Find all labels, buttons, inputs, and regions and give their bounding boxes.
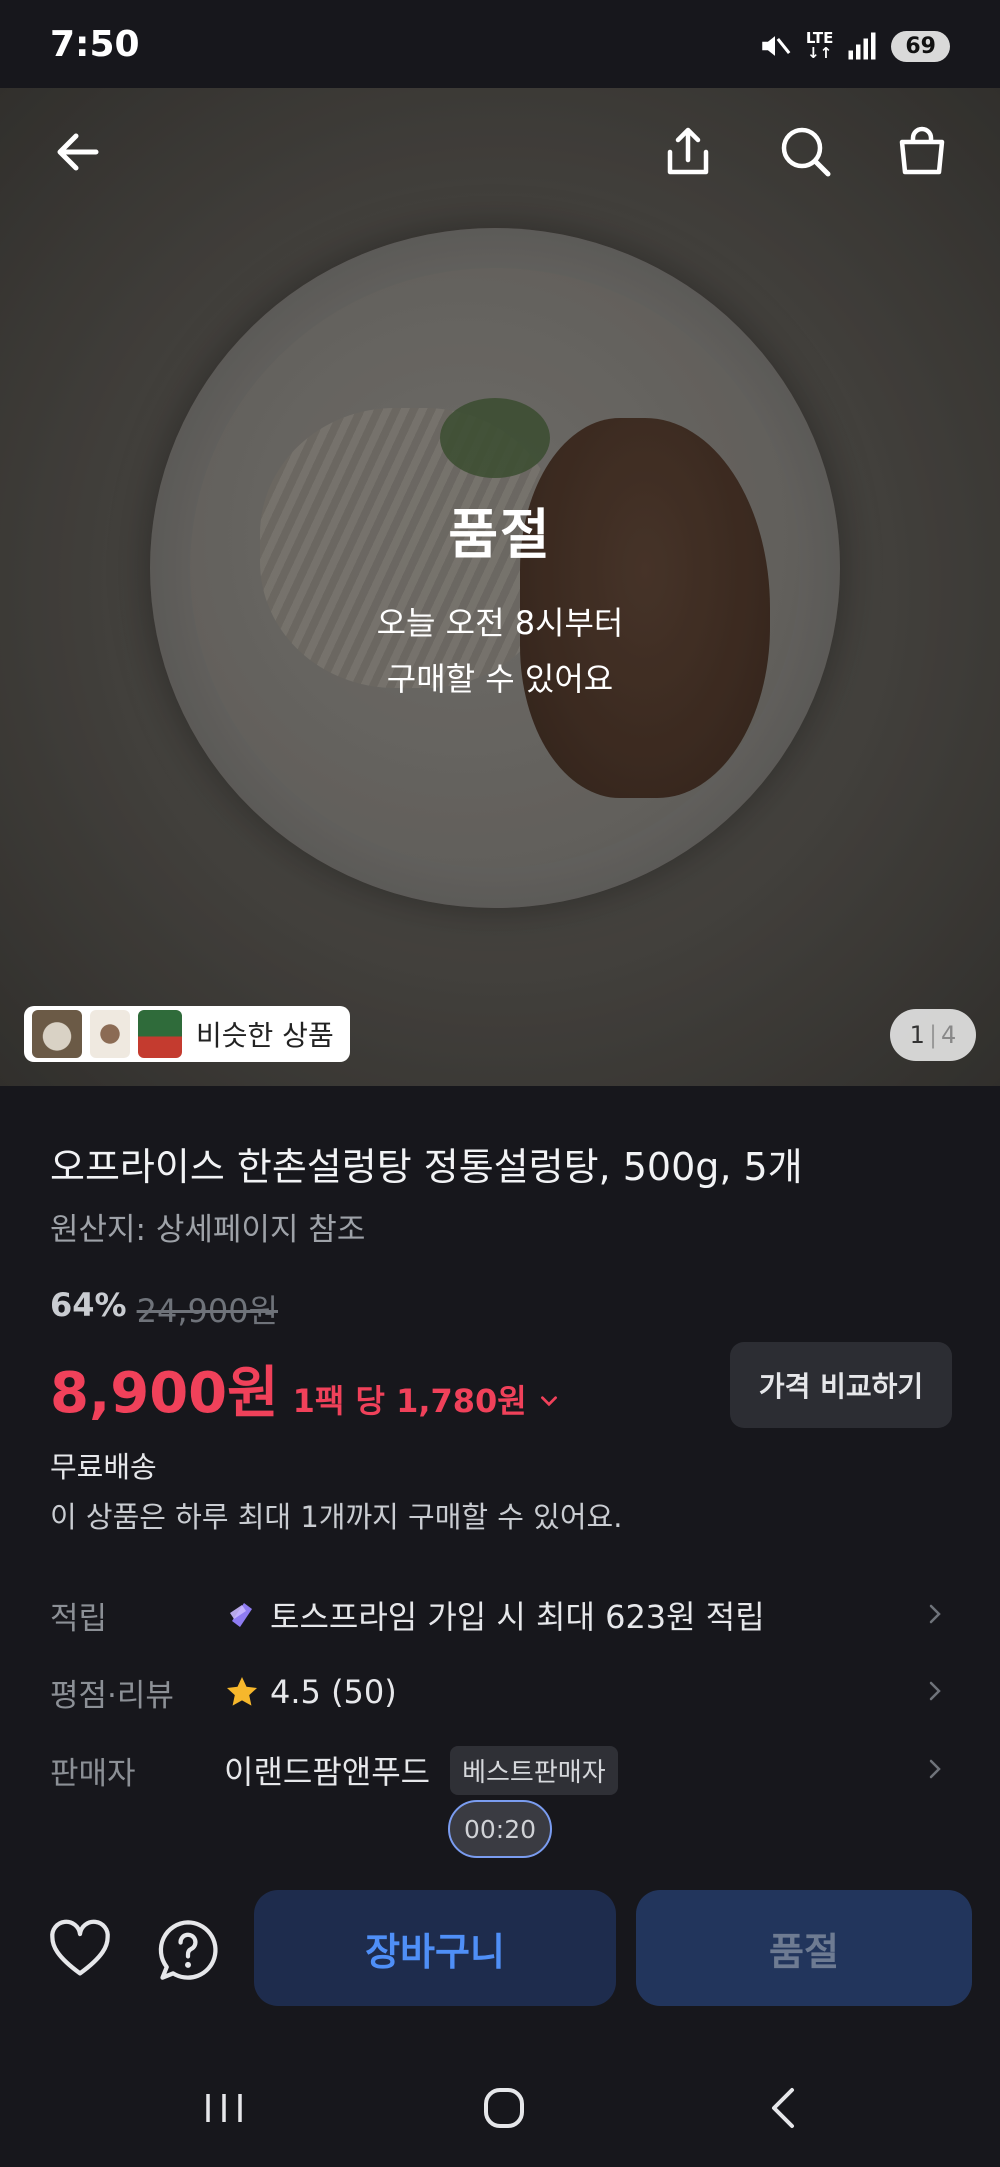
soldout-title: 품절 bbox=[448, 503, 552, 566]
discount-rate: 64% bbox=[50, 1286, 127, 1324]
original-price: 24,900원 bbox=[136, 1292, 279, 1330]
similar-thumb bbox=[32, 1010, 82, 1058]
seller-name: 이랜드팜앤푸드 bbox=[224, 1753, 431, 1791]
back-arrow-icon[interactable] bbox=[46, 120, 110, 184]
search-icon[interactable] bbox=[774, 120, 838, 184]
status-time: 7:50 bbox=[50, 24, 140, 65]
status-icons: LTE ↓↑ 69 bbox=[758, 26, 950, 66]
soldout-subtitle: 오늘 오전 8시부터 구매할 수 있어요 bbox=[376, 604, 624, 698]
timer-badge: 00:20 bbox=[448, 1800, 552, 1858]
add-to-cart-button[interactable]: 장바구니 bbox=[254, 1890, 616, 2006]
share-icon[interactable] bbox=[656, 120, 720, 184]
chevron-right-icon bbox=[929, 1759, 941, 1779]
soldout-notice: 품절 오늘 오전 8시부터 구매할 수 있어요 bbox=[0, 490, 1000, 707]
origin-text: 원산지: 상세페이지 참조 bbox=[50, 1212, 366, 1248]
discount-row: 64% 24,900원 bbox=[50, 1286, 278, 1332]
similar-thumb bbox=[138, 1010, 182, 1058]
chevron-right-icon bbox=[929, 1604, 941, 1624]
product-title: 오프라이스 한촌설렁탕 정통설렁탕, 500g, 5개 bbox=[50, 1145, 803, 1189]
heart-icon[interactable] bbox=[46, 1916, 114, 1984]
signal-icon bbox=[848, 32, 876, 60]
chevron-down-icon bbox=[540, 1396, 557, 1407]
rating-row[interactable]: 평점·리뷰 4.5 (50) bbox=[50, 1662, 950, 1722]
system-nav-bar bbox=[0, 2050, 1000, 2167]
rating-label: 평점·리뷰 bbox=[50, 1677, 174, 1714]
similar-thumb bbox=[90, 1010, 130, 1058]
sale-price: 8,900원 bbox=[50, 1361, 279, 1426]
home-icon[interactable] bbox=[474, 2078, 534, 2138]
soldout-button: 품절 bbox=[636, 1890, 972, 2006]
recent-apps-icon[interactable] bbox=[194, 2078, 254, 2138]
price-compare-button[interactable]: 가격 비교하기 bbox=[730, 1342, 952, 1428]
mute-icon bbox=[762, 36, 791, 56]
similar-products-button[interactable]: 비슷한 상품 bbox=[24, 1006, 350, 1062]
points-row[interactable]: 적립 토스프라임 가입 시 최대 623원 적립 bbox=[50, 1585, 950, 1645]
purchase-limit-notice: 이 상품은 하루 최대 1개까지 구매할 수 있어요. bbox=[50, 1500, 623, 1534]
similar-label: 비슷한 상품 bbox=[196, 1019, 334, 1052]
battery-indicator: 69 bbox=[891, 30, 950, 62]
shipping-info: 무료배송 bbox=[50, 1450, 157, 1484]
star-icon bbox=[227, 1677, 257, 1706]
back-icon[interactable] bbox=[754, 2078, 814, 2138]
shopping-bag-icon[interactable] bbox=[890, 120, 954, 184]
bottom-action-bar: 장바구니 품절 bbox=[0, 1880, 1000, 2030]
status-bar: 7:50 LTE ↓↑ 69 bbox=[0, 0, 1000, 88]
points-value: 토스프라임 가입 시 최대 623원 적립 bbox=[270, 1598, 765, 1636]
question-icon[interactable] bbox=[154, 1916, 222, 1984]
chevron-right-icon bbox=[929, 1681, 941, 1701]
seller-label: 판매자 bbox=[50, 1755, 136, 1792]
price-row: 8,900원 1팩 당 1,780원 bbox=[50, 1348, 560, 1429]
unit-price-toggle[interactable]: 1팩 당 1,780원 bbox=[293, 1376, 560, 1422]
network-type: LTE ↓↑ bbox=[805, 29, 834, 62]
points-label: 적립 bbox=[50, 1600, 108, 1637]
rating-value: 4.5 (50) bbox=[270, 1673, 397, 1711]
best-seller-badge: 베스트판매자 bbox=[450, 1745, 618, 1795]
image-pager: 1 | 4 bbox=[890, 1009, 976, 1061]
seller-row[interactable]: 판매자 이랜드팜앤푸드 베스트판매자 bbox=[50, 1740, 950, 1800]
top-nav bbox=[0, 88, 1000, 218]
toss-prime-icon bbox=[230, 1603, 252, 1627]
